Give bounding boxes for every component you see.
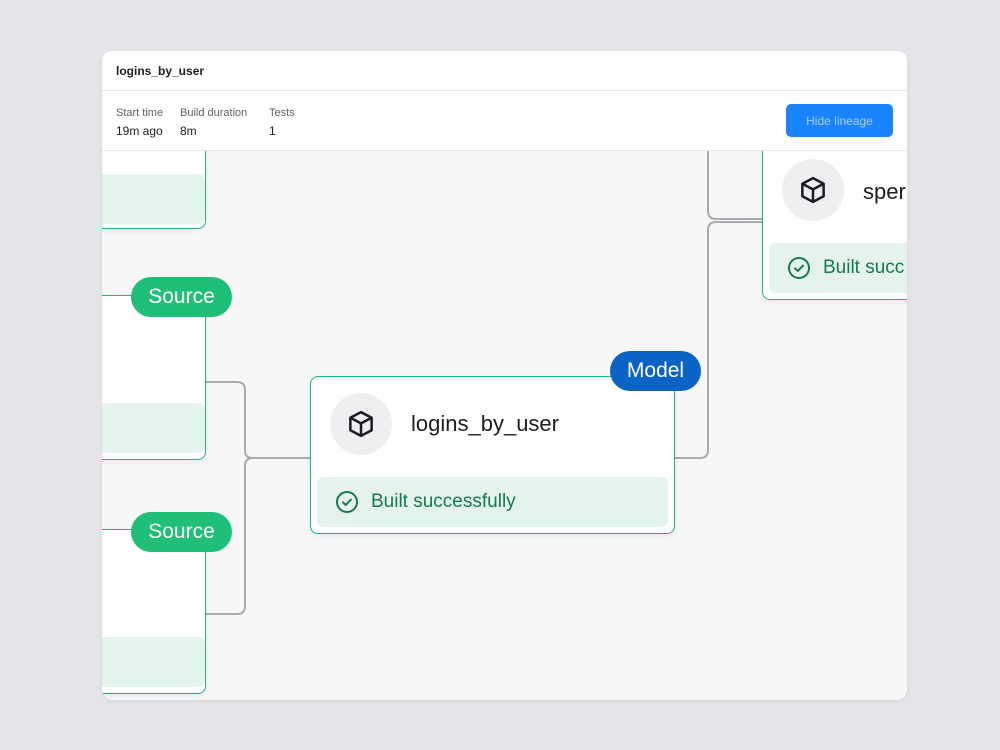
- build-duration-meta: Build duration 8m: [180, 107, 247, 138]
- start-time-meta: Start time 19m ago: [116, 107, 163, 138]
- node-name: logins_by_user: [411, 411, 559, 436]
- edge-model-to-right: [674, 221, 763, 459]
- cube-icon: [782, 159, 844, 221]
- node-status: Built successfully: [317, 477, 668, 527]
- build-duration-value: 8m: [180, 124, 197, 138]
- edge-upstream-to-right: [707, 151, 763, 220]
- edge-source-1-to-model: [205, 381, 310, 459]
- title-bar: logins_by_user: [102, 51, 907, 91]
- node-status-area: [102, 637, 205, 687]
- tests-meta: Tests 1: [269, 107, 295, 138]
- model-node-logins-by-user[interactable]: logins_by_user Built successfully: [310, 376, 675, 534]
- hide-lineage-button[interactable]: Hide lineage: [786, 104, 893, 137]
- status-text: Built successfully: [371, 491, 516, 512]
- check-circle-icon: [335, 490, 359, 514]
- build-info-bar: Start time 19m ago Build duration 8m Tes…: [102, 91, 907, 151]
- start-time-value: 19m ago: [116, 124, 163, 138]
- node-status-area: [102, 403, 205, 453]
- check-circle-icon: [787, 256, 811, 280]
- source-node-1[interactable]: [102, 295, 206, 460]
- source-badge: Source: [131, 512, 232, 552]
- build-duration-label: Build duration: [180, 107, 248, 119]
- lineage-window: logins_by_user Start time 19m ago Build …: [102, 51, 907, 700]
- node-name: sper: [863, 179, 906, 204]
- node-status: Built succ: [769, 243, 907, 293]
- model-badge: Model: [610, 351, 701, 391]
- source-node-partial-top[interactable]: [102, 151, 206, 229]
- model-node-right[interactable]: sper Built succ: [762, 151, 907, 300]
- window-title: logins_by_user: [116, 63, 205, 78]
- tests-label: Tests: [269, 107, 295, 119]
- source-node-2[interactable]: [102, 529, 206, 694]
- source-badge: Source: [131, 277, 232, 317]
- tests-value: 1: [269, 124, 276, 138]
- lineage-canvas[interactable]: Source Source logins_by_user Built succe…: [102, 151, 907, 700]
- status-text: Built succ: [823, 257, 905, 278]
- start-time-label: Start time: [116, 107, 164, 119]
- cube-icon: [330, 393, 392, 455]
- node-status-area: [102, 174, 205, 224]
